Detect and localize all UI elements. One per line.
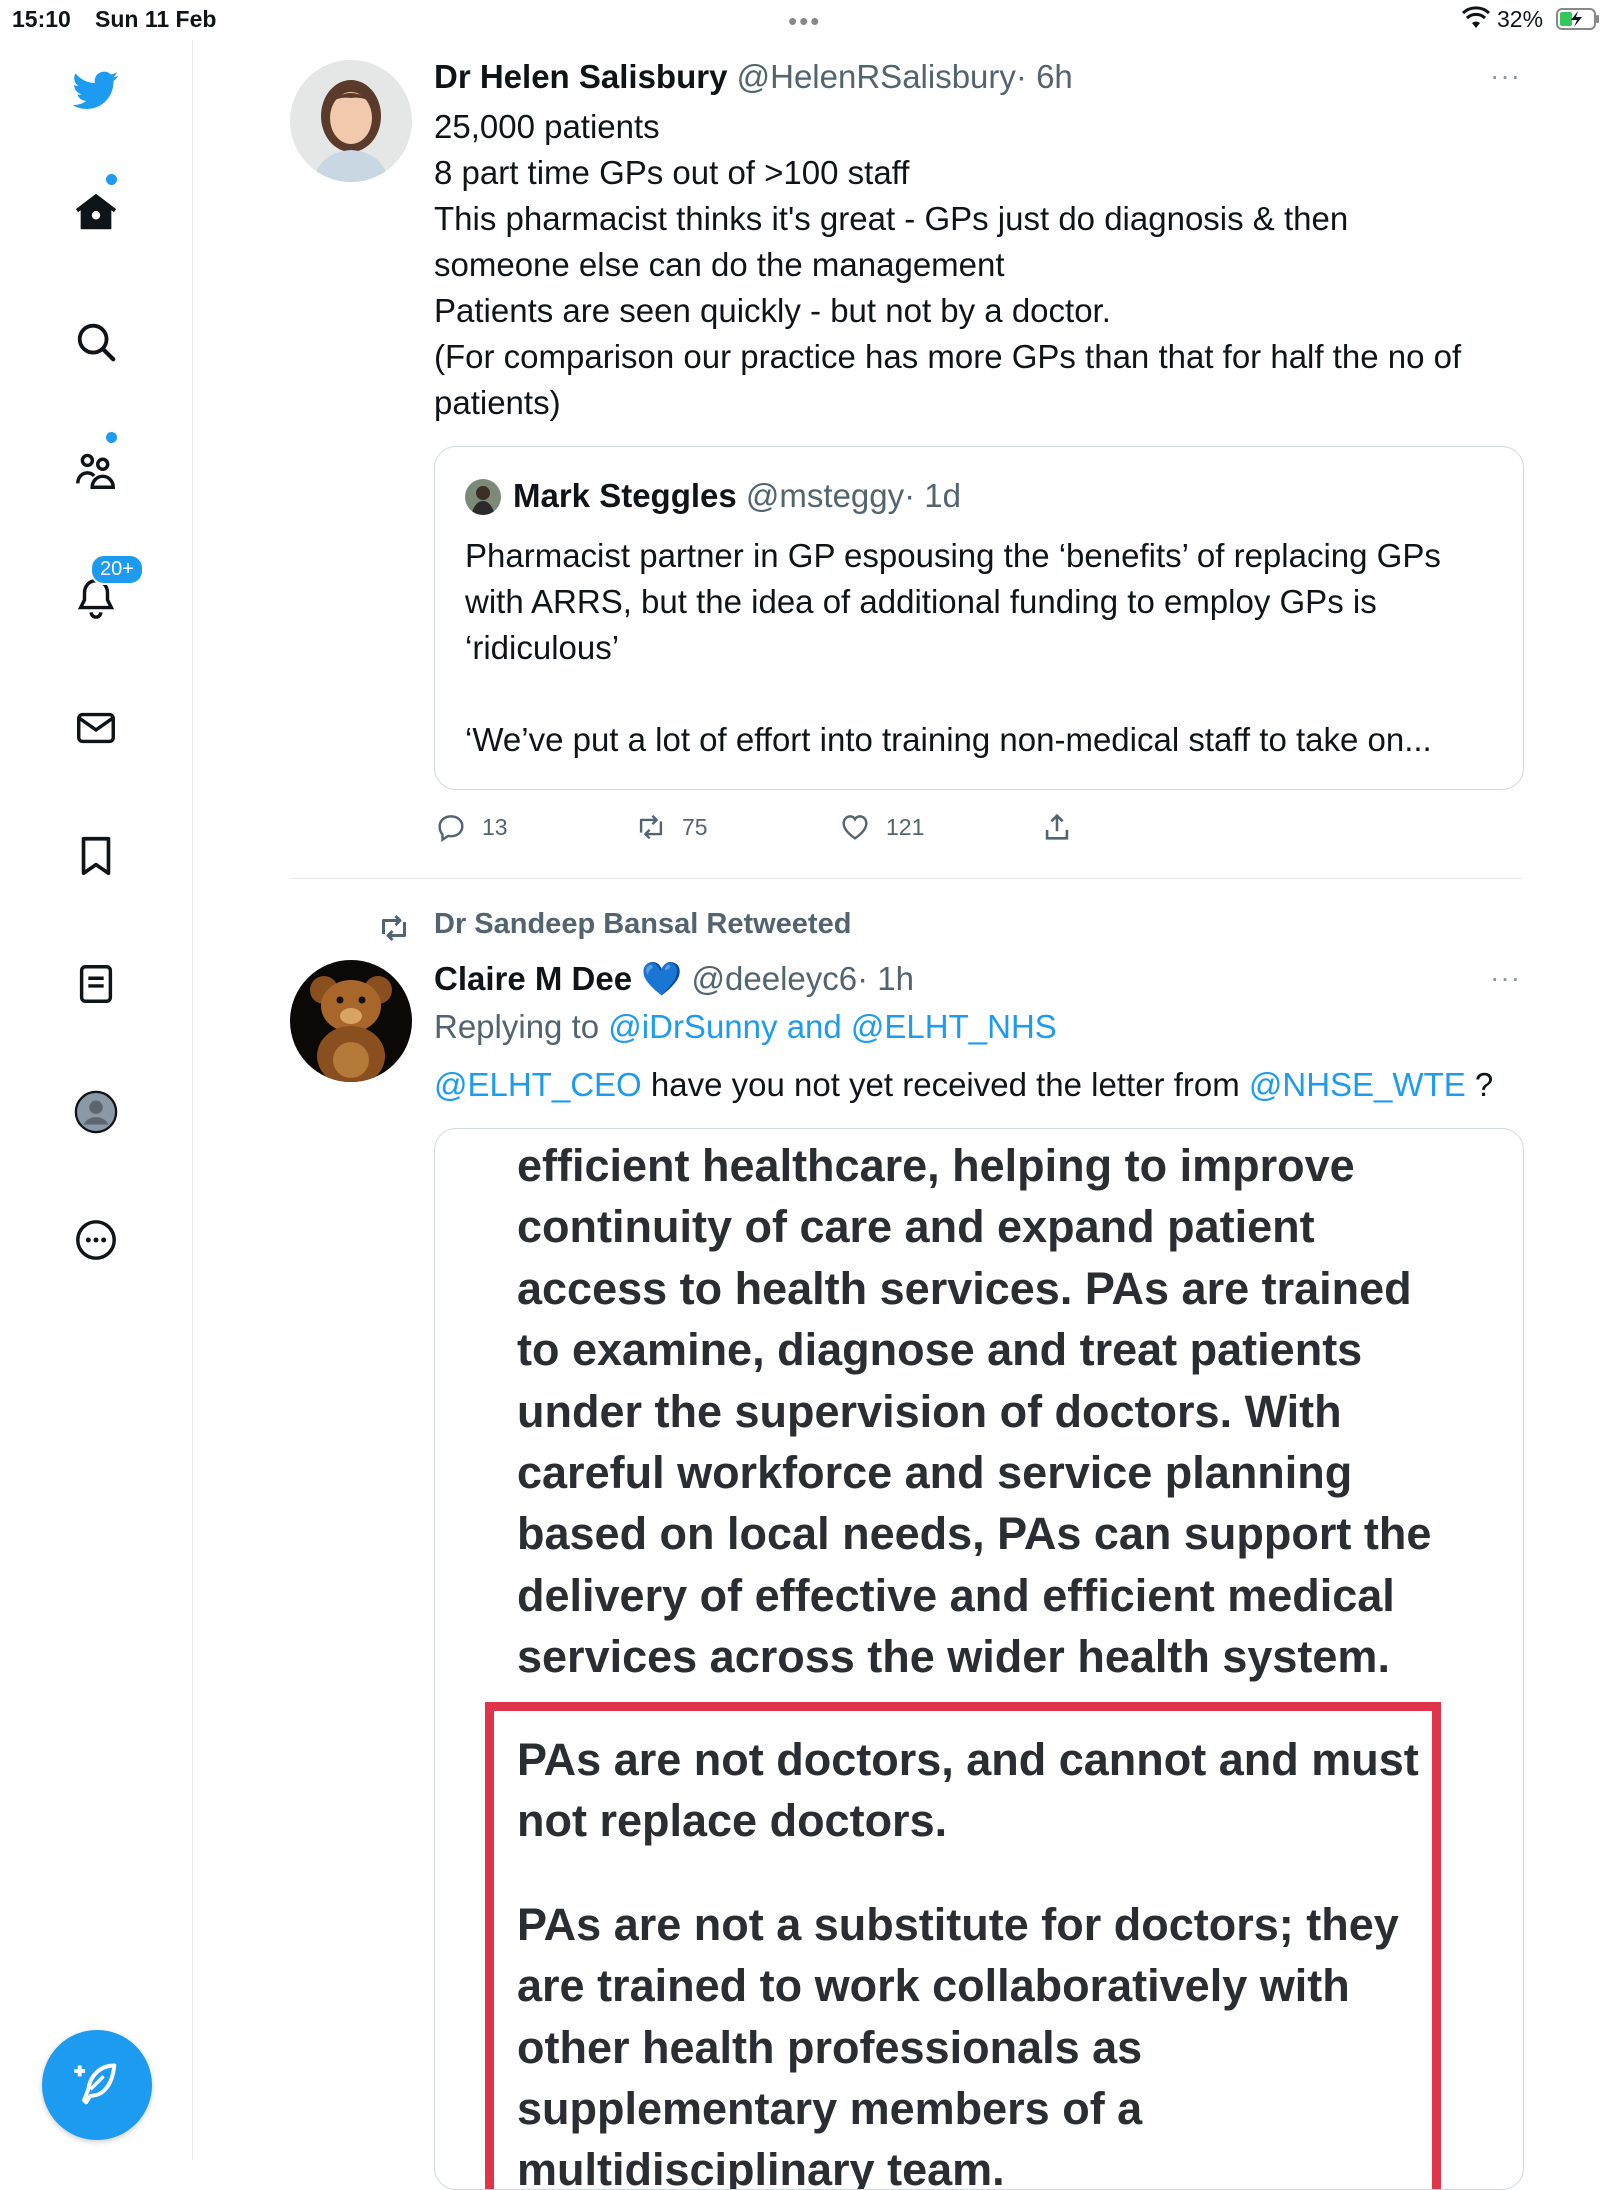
tweet-time[interactable]: · 1h: [857, 960, 914, 997]
avatar-mark-steggles[interactable]: [465, 479, 501, 515]
reply-icon: [438, 815, 464, 843]
blue-heart-emoji: 💙: [641, 960, 683, 997]
wifi-icon: [1462, 6, 1490, 28]
image-line: delivery of effective and efficient medi…: [517, 1569, 1395, 1621]
tweet-text-end: ?: [1474, 1066, 1494, 1103]
image-text-top: efficient healthcare, helping to improve…: [517, 1135, 1431, 1688]
mention-link[interactable]: @ELHT_NHS: [851, 1008, 1057, 1045]
avatar-helen-salisbury[interactable]: [290, 60, 412, 182]
tweet-line: (For comparison our practice has more GP…: [434, 338, 1462, 375]
tweet-more-icon[interactable]: ···: [1490, 962, 1521, 994]
tweet-body: 25,000 patients 8 part time GPs out of >…: [434, 104, 1461, 426]
quoted-author-handle: @msteggy: [745, 477, 905, 514]
image-line: to examine, diagnose and treat patients: [517, 1324, 1363, 1376]
status-date: Sun 11 Feb: [95, 6, 217, 32]
image-line: other health professionals as: [517, 2021, 1143, 2073]
image-line: not replace doctors.: [517, 1795, 948, 1847]
image-line: careful workforce and service planning: [517, 1447, 1353, 1499]
heart-icon: [842, 815, 868, 840]
tweet-line: This pharmacist thinks it's great - GPs …: [434, 200, 1349, 237]
image-line: access to health services. PAs are train…: [517, 1262, 1412, 1314]
author-handle[interactable]: @HelenRSalisbury: [737, 58, 1016, 95]
tweet-line: 8 part time GPs out of >100 staff: [434, 154, 910, 191]
image-line: efficient healthcare, helping to improve: [517, 1140, 1355, 1191]
share-button[interactable]: [1040, 810, 1074, 844]
notifications-badge: 20+: [90, 554, 144, 585]
retweet-count: 75: [682, 813, 708, 840]
quoted-line: Pharmacist partner in GP espousing the ‘…: [465, 537, 1441, 574]
avatar-claire-m-dee[interactable]: [290, 960, 412, 1082]
lists-icon[interactable]: [66, 954, 126, 1014]
image-line: multidisciplinary team.: [517, 2144, 1005, 2190]
twitter-logo-icon[interactable]: [66, 60, 126, 120]
search-icon[interactable]: [66, 312, 126, 372]
image-line: services across the wider health system.: [517, 1631, 1390, 1683]
mention-link[interactable]: @iDrSunny: [608, 1008, 777, 1045]
replying-to-label: Replying to: [434, 1008, 600, 1045]
sidebar: 20+: [0, 40, 193, 2160]
image-line: supplementary members of a: [517, 2083, 1143, 2135]
quoted-tweet-body: Pharmacist partner in GP espousing the ‘…: [465, 533, 1441, 763]
tweet-line: 25,000 patients: [434, 108, 660, 145]
image-line: based on local needs, PAs can support th…: [517, 1508, 1432, 1560]
tweet-time[interactable]: · 6h: [1016, 58, 1073, 95]
quoted-line: ‘ridiculous’: [465, 629, 620, 666]
tweet-divider: [290, 878, 1522, 879]
tweet-text: have you not yet received the letter fro…: [650, 1066, 1240, 1103]
quoted-tweet-time: · 1d: [904, 477, 962, 514]
author-name[interactable]: Claire M Dee: [434, 960, 632, 997]
quoted-line: ‘We’ve put a lot of effort into training…: [465, 721, 1432, 758]
replying-and: and: [786, 1008, 842, 1045]
quoted-tweet-header: Mark Steggles @msteggy· 1d: [513, 477, 961, 515]
messages-envelope-icon[interactable]: [66, 698, 126, 758]
tweet-body: @ELHT_CEO have you not yet received the …: [434, 1062, 1493, 1108]
image-line: PAs are not doctors, and cannot and must: [517, 1734, 1419, 1785]
bookmark-icon[interactable]: [66, 826, 126, 886]
quoted-author-name: Mark Steggles: [513, 477, 737, 514]
tweet2-header: Claire M Dee 💙 @deeleyc6· 1h: [434, 960, 914, 999]
multitasking-dots-icon[interactable]: •••: [788, 6, 821, 37]
status-time: 15:10: [12, 6, 71, 32]
retweet-button[interactable]: 75: [634, 810, 708, 844]
author-handle[interactable]: @deeleyc6: [692, 960, 858, 997]
share-icon: [1045, 813, 1069, 840]
quoted-line: with ARRS, but the idea of additional fu…: [465, 583, 1377, 620]
image-text-highlighted: PAs are not doctors, and cannot and must…: [517, 1729, 1419, 2190]
image-line: are trained to work collaboratively with: [517, 1960, 1350, 2012]
tweet-image[interactable]: efficient healthcare, helping to improve…: [434, 1128, 1524, 2190]
mention-link[interactable]: @ELHT_CEO: [434, 1066, 642, 1103]
more-options-icon[interactable]: [66, 1210, 126, 1270]
tweet-line: patients): [434, 384, 561, 421]
reply-count: 13: [482, 813, 508, 840]
replying-to-line: Replying to @iDrSunny and @ELHT_NHS: [434, 1004, 1057, 1050]
home-notification-dot: [106, 174, 117, 185]
reply-button[interactable]: 13: [434, 810, 508, 844]
communities-icon[interactable]: [66, 440, 126, 500]
battery-charging-icon: [1556, 8, 1599, 30]
mention-link[interactable]: @NHSE_WTE: [1249, 1066, 1466, 1103]
profile-avatar-icon[interactable]: [66, 1082, 126, 1142]
battery-percent: 32%: [1497, 6, 1544, 32]
home-icon[interactable]: [66, 182, 126, 242]
tweet-more-icon[interactable]: ···: [1490, 60, 1521, 92]
tweet-line: someone else can do the management: [434, 246, 1005, 283]
image-line: under the supervision of doctors. With: [517, 1385, 1342, 1437]
status-bar: 15:10 Sun 11 Feb ••• 32%: [0, 0, 1620, 40]
quoted-tweet[interactable]: Mark Steggles @msteggy· 1d Pharmacist pa…: [434, 446, 1524, 790]
retweet-icon: [639, 814, 663, 840]
tweet-line: Patients are seen quickly - but not by a…: [434, 292, 1111, 329]
compose-tweet-button[interactable]: [42, 2030, 152, 2140]
like-button[interactable]: 121: [838, 810, 924, 844]
compose-feather-icon: [74, 2063, 117, 2105]
image-line: continuity of care and expand patient: [517, 1201, 1315, 1253]
tweet1-header: Dr Helen Salisbury @HelenRSalisbury· 6h: [434, 58, 1073, 96]
image-line: PAs are not a substitute for doctors; th…: [517, 1898, 1399, 1950]
like-count: 121: [886, 813, 925, 840]
retweeted-icon: [382, 914, 406, 942]
author-name[interactable]: Dr Helen Salisbury: [434, 58, 727, 95]
communities-notification-dot: [106, 432, 117, 443]
retweeted-by-label[interactable]: Dr Sandeep Bansal Retweeted: [434, 908, 851, 941]
